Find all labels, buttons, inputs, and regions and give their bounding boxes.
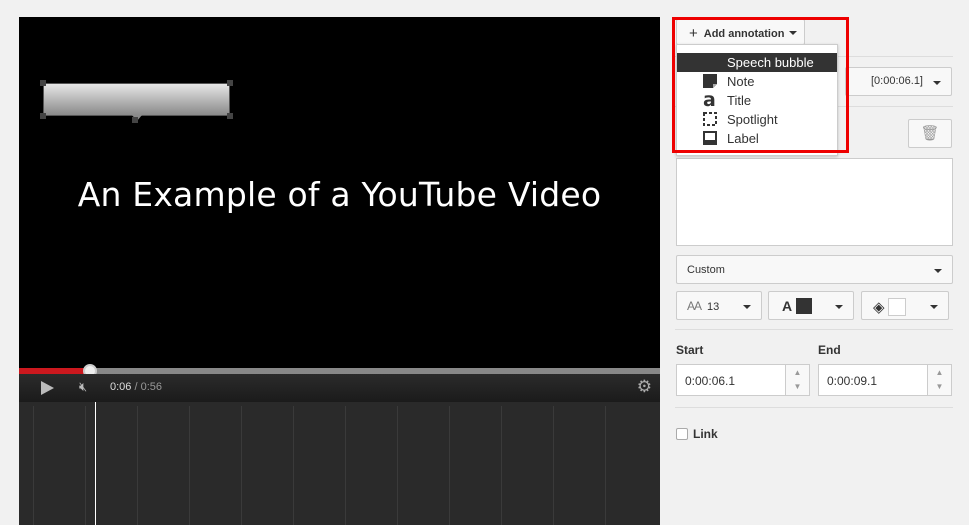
spotlight-icon [703, 112, 717, 126]
font-size-select[interactable]: AA 13 [676, 291, 762, 320]
mute-icon[interactable]: 🔇︎ [79, 379, 87, 395]
text-color-icon: A [782, 298, 793, 314]
end-time-input[interactable]: 0:00:09.1 [818, 364, 928, 396]
note-icon [703, 74, 717, 88]
start-time-arrows[interactable]: ▲ ▼ [786, 364, 810, 396]
end-time-stepper[interactable]: 0:00:09.1 ▲ ▼ [818, 364, 952, 396]
label-icon [703, 131, 717, 145]
timeline-gridline [137, 406, 138, 525]
panel-divider [675, 329, 953, 330]
menu-item-label: Label [727, 131, 759, 146]
resize-handle-top-left[interactable] [40, 80, 46, 86]
menu-item-label-type[interactable]: Label [677, 129, 837, 148]
caret-down-icon [933, 81, 941, 85]
caret-down-icon [930, 305, 938, 309]
menu-item-label: Speech bubble [727, 55, 814, 70]
timeline-gridline [33, 406, 34, 525]
timeline-gridline [397, 406, 398, 525]
menu-item-title[interactable]: a Title [677, 91, 837, 110]
text-color-select[interactable]: A [768, 291, 854, 320]
end-label: End [818, 343, 841, 357]
menu-item-spotlight[interactable]: Spotlight [677, 110, 837, 129]
timeline-gridline [241, 406, 242, 525]
menu-item-label: Note [727, 74, 755, 89]
resize-handle-bottom-left[interactable] [40, 113, 46, 119]
start-time-input[interactable]: 0:00:06.1 [676, 364, 786, 396]
timeline-gridline [85, 406, 86, 525]
end-time-arrows[interactable]: ▲ ▼ [928, 364, 952, 396]
timeline-gridline [345, 406, 346, 525]
timeline-gridline [189, 406, 190, 525]
video-player[interactable]: An Example of a YouTube Video [19, 17, 660, 368]
delete-annotation-button[interactable]: 🗑︎ [908, 119, 952, 148]
link-label: Link [693, 427, 718, 441]
start-label: Start [676, 343, 704, 357]
player-controls: 🔇︎ 0:06 / 0:56 ⚙ [19, 374, 660, 402]
timeline-gridline [605, 406, 606, 525]
plus-icon: + [689, 25, 698, 42]
timeline-gridline [553, 406, 554, 525]
caret-down-icon [789, 31, 798, 35]
resize-handle-tail[interactable] [132, 117, 138, 123]
background-color-swatch [887, 298, 906, 316]
text-color-swatch [796, 298, 813, 314]
menu-item-label: Title [727, 93, 752, 108]
add-annotation-button[interactable]: + Add annotation [676, 19, 805, 45]
start-time-stepper[interactable]: 0:00:06.1 ▲ ▼ [676, 364, 810, 396]
speech-bubble-annotation[interactable] [43, 83, 230, 121]
font-size-icon: AA [687, 299, 702, 313]
caret-down-icon [743, 305, 751, 309]
trash-icon: 🗑︎ [920, 125, 940, 142]
caret-down-icon [835, 305, 843, 309]
menu-item-speech-bubble[interactable]: Speech bubble [677, 53, 837, 72]
caret-down-icon [934, 269, 942, 273]
timeline-gridline [449, 406, 450, 525]
background-color-select[interactable]: ◈ [861, 291, 949, 320]
add-annotation-label: Add annotation [703, 28, 785, 40]
current-time: 0:06 [110, 381, 132, 393]
time-display: 0:06 / 0:56 [110, 381, 163, 393]
font-size-value: 13 [707, 301, 720, 313]
style-select-value: Custom [687, 264, 725, 276]
link-checkbox[interactable] [676, 428, 688, 440]
menu-item-label: Spotlight [727, 112, 778, 127]
timeline-gridline [501, 406, 502, 525]
style-select[interactable]: Custom [676, 255, 953, 284]
video-title-text: An Example of a YouTube Video [77, 175, 602, 214]
duration: 0:56 [140, 381, 163, 393]
paint-bucket-icon: ◈ [873, 299, 885, 316]
panel-divider [675, 407, 953, 408]
annotation-type-menu: Speech bubble Note a Title Spotlight Lab… [676, 44, 838, 156]
annotation-text-input[interactable] [676, 158, 953, 246]
gear-icon[interactable]: ⚙ [637, 377, 652, 397]
timeline-playhead[interactable] [95, 402, 96, 525]
timeline-gridline [293, 406, 294, 525]
annotation-time-select[interactable]: [0:00:06.1] [845, 67, 952, 96]
title-icon: a [703, 89, 716, 111]
time-select-value: [0:00:06.1] [871, 75, 923, 87]
play-icon[interactable] [41, 381, 54, 395]
annotation-timeline[interactable] [19, 402, 660, 525]
menu-item-note[interactable]: Note [677, 72, 837, 91]
resize-handle-bottom-right[interactable] [227, 113, 233, 119]
resize-handle-top-right[interactable] [227, 80, 233, 86]
